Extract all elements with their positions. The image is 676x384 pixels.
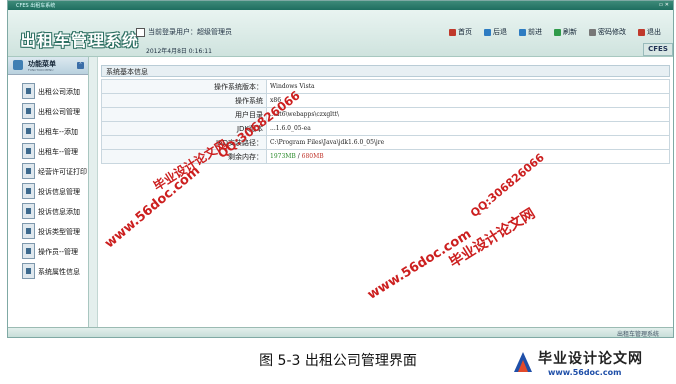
free-memory: 1973MB bbox=[270, 153, 296, 160]
sidebar-item-label: 操作员--管理 bbox=[38, 248, 79, 256]
nav-forward-button[interactable]: 前进 bbox=[513, 28, 542, 36]
nav-label: 密码修改 bbox=[598, 28, 626, 36]
document-icon bbox=[22, 143, 35, 159]
sidebar-item-label: 投诉类型管理 bbox=[38, 228, 80, 236]
sidebar-item-label: 出租公司添加 bbox=[38, 88, 80, 96]
document-icon bbox=[22, 83, 35, 99]
panel-title: 系统基本信息 bbox=[101, 65, 670, 77]
checkbox-icon bbox=[136, 27, 145, 37]
nav-label: 首页 bbox=[458, 28, 472, 36]
menu-icon bbox=[13, 60, 23, 70]
nav-back-button[interactable]: 后退 bbox=[478, 28, 507, 36]
info-key: 用户目录 bbox=[101, 107, 267, 122]
info-value: ...at6\webapps\czxgltt\ bbox=[266, 107, 670, 122]
status-bar: 出租车管理系统 bbox=[8, 327, 673, 338]
nav-label: 后退 bbox=[493, 28, 507, 36]
header: 出租车管理系统 当前登录用户：超级管理员 2012年4月8日 0:16:11 首… bbox=[8, 10, 673, 57]
brand-badge: CFES bbox=[643, 43, 673, 56]
nav-exit-button[interactable]: 退出 bbox=[632, 28, 661, 36]
sidebar-header: 功能菜单 FUNCTION MENU ⌃ bbox=[8, 57, 88, 75]
refresh-icon bbox=[554, 28, 561, 36]
nav-label: 前进 bbox=[528, 28, 542, 36]
table-row: 用户目录 ...at6\webapps\czxgltt\ bbox=[101, 107, 670, 122]
sidebar-subtitle: FUNCTION MENU bbox=[28, 68, 54, 72]
datetime: 2012年4月8日 0:16:11 bbox=[146, 48, 212, 55]
sidebar-splitter[interactable] bbox=[89, 57, 98, 327]
sidebar-item-label: 经营许可证打印 bbox=[38, 168, 87, 176]
app-window: CFES 出租车系统 ▭ ✕ 出租车管理系统 当前登录用户：超级管理员 2012… bbox=[7, 0, 674, 338]
sidebar-item-label: 出租车--添加 bbox=[38, 128, 79, 136]
system-info-table: 操作系统版本： Windows Vista 操作系统 x86 用户目录 ...at6\we… bbox=[101, 79, 670, 164]
info-value: C:\Program Files\Java\jdk1.6.0_05\jre bbox=[266, 135, 670, 150]
info-key: 操作系统 bbox=[101, 93, 267, 108]
site-logo: 毕业设计论文网 www.56doc.com bbox=[508, 346, 674, 382]
top-nav: 首页 后退 前进 刷新 密码修改 退出 bbox=[437, 27, 661, 37]
collapse-icon[interactable]: ⌃ bbox=[77, 62, 84, 69]
nav-label: 退出 bbox=[647, 28, 661, 36]
sidebar-item-label: 出租公司管理 bbox=[38, 108, 80, 116]
table-row: 操作系统版本： Windows Vista bbox=[101, 79, 670, 94]
current-user-label: 当前登录用户： bbox=[148, 28, 197, 36]
document-icon bbox=[22, 103, 35, 119]
back-icon bbox=[484, 28, 491, 36]
info-value: ...1.6.0_05-ea bbox=[266, 121, 670, 136]
document-icon bbox=[22, 263, 35, 279]
current-user: 当前登录用户：超级管理员 bbox=[136, 27, 232, 37]
document-icon bbox=[22, 223, 35, 239]
document-icon bbox=[22, 183, 35, 199]
sidebar-item-label: 投诉信息管理 bbox=[38, 188, 80, 196]
table-row: 操作系统 x86 bbox=[101, 93, 670, 108]
logo-text: 毕业设计论文网 bbox=[538, 351, 643, 367]
status-text: 出租车管理系统 bbox=[616, 331, 659, 338]
info-value: Windows Vista bbox=[266, 79, 670, 94]
table-row: JDK版本 ...1.6.0_05-ea bbox=[101, 121, 670, 136]
window-controls[interactable]: ▭ ✕ bbox=[658, 2, 669, 8]
exit-icon bbox=[638, 28, 645, 36]
nav-label: 刷新 bbox=[563, 28, 577, 36]
total-memory: 680MB bbox=[301, 153, 324, 160]
window-title: CFES 出租车系统 bbox=[16, 3, 56, 9]
key-icon bbox=[589, 28, 596, 36]
sidebar: 功能菜单 FUNCTION MENU ⌃ 出租公司添加 出租公司管理 出租车--添加… bbox=[8, 57, 89, 327]
current-user-name: 超级管理员 bbox=[197, 28, 232, 36]
app-title: 出租车管理系统 bbox=[20, 31, 140, 50]
sidebar-item-label: 系统属性信息 bbox=[38, 268, 80, 276]
table-row: JKD安装路径： C:\Program Files\Java\jdk1.6.0_0… bbox=[101, 135, 670, 150]
logo-icon bbox=[514, 352, 532, 372]
info-value: x86 bbox=[266, 93, 670, 108]
home-icon bbox=[449, 28, 456, 36]
info-value: 1973MB / 680MB bbox=[266, 149, 670, 164]
logo-url: www.56doc.com bbox=[548, 368, 622, 377]
document-icon bbox=[22, 163, 35, 179]
document-icon bbox=[22, 203, 35, 219]
nav-key-button[interactable]: 密码修改 bbox=[583, 28, 626, 36]
forward-icon bbox=[519, 28, 526, 36]
document-icon bbox=[22, 243, 35, 259]
sidebar-item-label: 出租车--管理 bbox=[38, 148, 79, 156]
document-icon bbox=[22, 123, 35, 139]
nav-home-button[interactable]: 首页 bbox=[443, 28, 472, 36]
nav-refresh-button[interactable]: 刷新 bbox=[548, 28, 577, 36]
window-titlebar: CFES 出租车系统 ▭ ✕ bbox=[8, 1, 673, 10]
sidebar-item-label: 投诉信息添加 bbox=[38, 208, 80, 216]
info-key: 操作系统版本： bbox=[101, 79, 267, 94]
